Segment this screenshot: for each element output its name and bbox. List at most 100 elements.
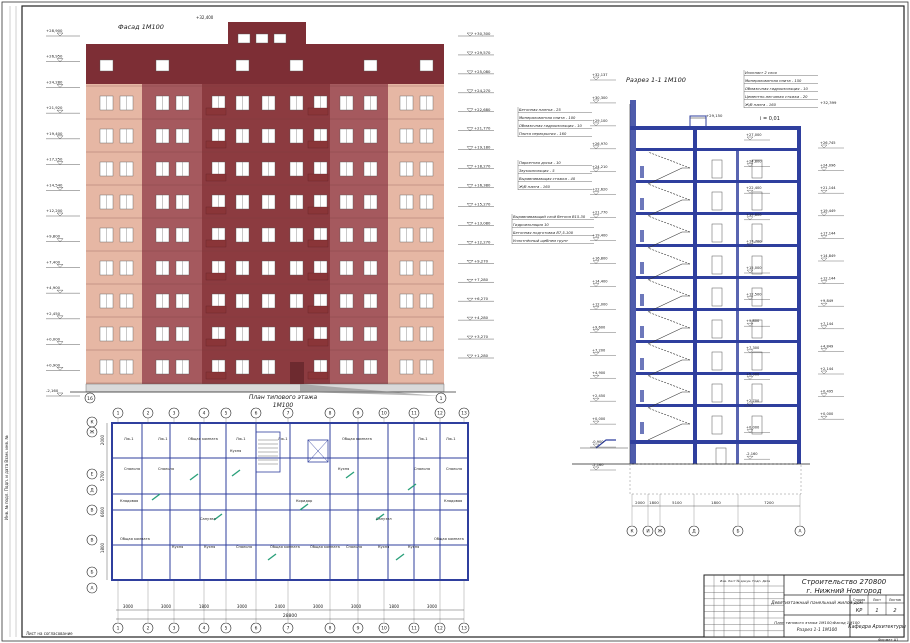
facade-drawing: Фасад 1М100 +32,400 +28,900 +26,950 +24,28…	[46, 15, 494, 404]
building-description: Девятиэтажный панельный жилой дом	[770, 600, 863, 606]
plan-dim-bottom: 1800	[199, 604, 210, 609]
section-level-inner: +12,500	[746, 293, 762, 297]
plan-axis-top: 3	[173, 411, 176, 417]
plan-axis-top: 2	[147, 411, 150, 417]
loggia-spec-line: Бетонная плитка - 25	[519, 108, 561, 112]
level-mark-right: +30,300	[474, 31, 491, 36]
stair-flight-back	[647, 407, 691, 425]
format-label: Формат А1	[878, 638, 898, 642]
plan-dim-bottom: 3000	[123, 604, 134, 609]
revision-header: Изм. Лист № докум. Подп. Дата	[720, 579, 770, 583]
roof-layers-spec: Изопласт 2 слоя Минераловатная плита - 15…	[743, 70, 818, 108]
facade-level-marks-right: +30,300 +29,570 +25,080 +24,270 +22,680 +21,7…	[458, 31, 494, 359]
section-top-mark: +29,150	[706, 113, 723, 118]
plan-axis-top: 6	[255, 411, 258, 417]
basement-door	[715, 447, 727, 465]
loggia	[205, 206, 227, 215]
door-swing	[189, 473, 199, 481]
level-mark-right: +24,270	[474, 88, 491, 93]
plan-axis-top: 1	[117, 411, 120, 417]
room-label-kitchen: Кухня	[230, 449, 241, 453]
section-dim: 7200	[764, 500, 774, 505]
door	[751, 287, 763, 307]
attic-window	[155, 59, 170, 72]
tower-window	[255, 33, 269, 44]
loggia	[307, 206, 329, 215]
floor-spec-line: Паркетная доска - 10	[519, 161, 561, 165]
room-label-loggia: Лж-1	[418, 437, 428, 441]
room-label-living_big: Общая комната	[188, 437, 218, 441]
door	[711, 191, 723, 211]
room-label-kitchen: Кухня	[172, 545, 183, 549]
plinth	[85, 383, 445, 393]
level-mark-right: +25,080	[474, 69, 491, 74]
left-margin-note: Инв. № подл. Подп. и дата Взам. инв. №	[4, 435, 9, 520]
plan-inner-walls	[112, 422, 468, 581]
loggia	[205, 305, 227, 314]
entrance-door	[290, 362, 304, 384]
stair-flight-back	[647, 215, 691, 233]
section-axis: А	[798, 529, 801, 535]
plan-axis-top: 5	[225, 411, 228, 417]
stair-flight-back	[647, 247, 691, 265]
room-label-bedroom: Спальня	[346, 545, 362, 549]
section-dim: 1800	[711, 500, 721, 505]
stair-flight-back	[647, 279, 691, 297]
section-dim: 2000	[635, 500, 645, 505]
plan-axis-top: 12	[437, 411, 443, 417]
plan-axis-top: 7	[287, 411, 290, 417]
section-level-inner: +9,800	[746, 319, 760, 323]
stair-flight-back	[647, 151, 691, 169]
section-dim: 5100	[672, 500, 682, 505]
section-level-inner: +15,000	[746, 266, 762, 270]
section-level-right: +24,096	[820, 164, 836, 168]
level-mark-left: +2,450	[46, 311, 61, 316]
room-label-storage: Кладовая	[444, 499, 462, 503]
plan-axis-top: 11	[411, 411, 417, 417]
level-mark-right: +16,380	[474, 183, 491, 188]
section-axis: Д	[692, 529, 696, 535]
tower-window	[273, 33, 287, 44]
level-mark-right: +13,080	[474, 220, 491, 225]
plan-axis-top: 13	[461, 411, 467, 417]
ground-spec-line: Гидроизоляция 10	[513, 223, 549, 227]
door	[711, 287, 723, 307]
plan-room-labels: Лж-1 Лж-1 Общая комната Спальня Спальня Кухня…	[120, 437, 464, 549]
section-level-left: +9,600	[592, 325, 606, 329]
section-level-right: +9,849	[820, 299, 834, 303]
section-level-left: +14,400	[592, 279, 608, 283]
organization: Кафедра Архитектуры	[848, 624, 906, 630]
room-label-loggia: Лж-1	[124, 437, 134, 441]
room-label-living: Общая комната	[120, 537, 150, 541]
room-label-bedroom: Спальня	[414, 467, 430, 471]
plan-axis-left: Ж	[90, 430, 95, 436]
loggia-spec-line: Обмазочная гидроизоляция - 10	[519, 124, 582, 128]
level-mark-left: +21,920	[46, 105, 63, 110]
door	[711, 159, 723, 179]
floor-spec-line: Звукоизоляция - 5	[519, 169, 555, 173]
room-label-living_big: Общая комната	[342, 437, 372, 441]
bottom-note: Лист на согласование	[26, 631, 73, 636]
loggia-spec-line: Минераловатная плита - 100	[519, 116, 576, 120]
door	[711, 415, 723, 435]
section-level-right: +4,849	[820, 344, 834, 348]
plan-axis-top: 4	[203, 411, 206, 417]
section-level-inner: +0,000	[746, 426, 760, 430]
attic-window	[99, 59, 114, 72]
section-level-left: +24,210	[592, 165, 608, 169]
section-level-left: +4,900	[592, 371, 606, 375]
door-swing	[151, 493, 161, 501]
section-axis: Б	[736, 529, 739, 535]
floor-spec-line: Ж/б плита - 160	[518, 185, 551, 189]
section-dim: 1800	[649, 500, 659, 505]
ground-spec-line: Бетонная подготовка В7,5-100	[513, 231, 574, 235]
plan-axis-top: 10	[381, 411, 387, 417]
facade-title: Фасад 1М100	[118, 23, 164, 31]
section-level-inner: +24,800	[746, 160, 762, 164]
section-stairs	[640, 151, 691, 441]
plan-axes-top: 1 2 3 4 5 6 7 8 9 10 11 12 13	[112, 407, 470, 423]
section-level-inner: +7,300	[746, 346, 760, 350]
section-level-right: +21,144	[820, 186, 836, 190]
section-level-inner: +17,700	[746, 239, 762, 243]
section-level-left: +29,100	[592, 119, 608, 123]
